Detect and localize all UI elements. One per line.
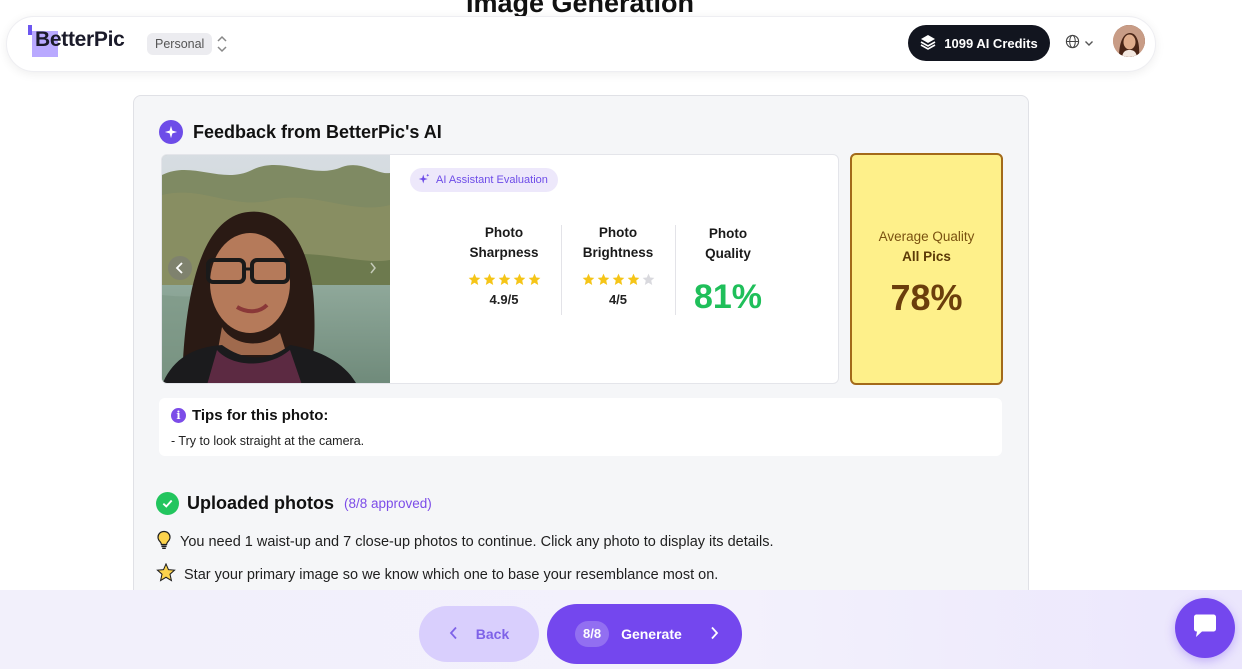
photo-prev-button[interactable] bbox=[168, 256, 192, 280]
back-button[interactable]: Back bbox=[419, 606, 539, 662]
star-empty-icon bbox=[642, 273, 654, 286]
chat-icon bbox=[1190, 612, 1220, 645]
average-quality-label: Average Quality All Pics bbox=[852, 227, 1001, 267]
uploaded-photos-count: (8/8 approved) bbox=[344, 496, 432, 511]
metric-quality: Photo Quality 81% bbox=[676, 224, 780, 317]
average-quality-value: 78% bbox=[890, 277, 963, 318]
metric-label: Photo bbox=[598, 225, 638, 240]
metric-brightness: Photo Brightness 4/5 bbox=[562, 223, 674, 307]
ai-credits-button[interactable]: 1099 AI Credits bbox=[908, 25, 1050, 61]
layers-icon bbox=[920, 34, 936, 53]
generate-button-label: Generate bbox=[621, 626, 682, 642]
star-icon bbox=[513, 273, 525, 286]
user-avatar[interactable] bbox=[1113, 25, 1145, 57]
brightness-score: 4/5 bbox=[608, 292, 628, 307]
chat-support-button[interactable] bbox=[1175, 598, 1235, 658]
star-icon bbox=[498, 273, 510, 286]
instruction-photo-requirements: You need 1 waist-up and 7 close-up photo… bbox=[156, 530, 774, 554]
ai-evaluation-badge-label: AI Assistant Evaluation bbox=[436, 174, 548, 186]
feedback-title-text: Feedback from BetterPic's AI bbox=[193, 121, 442, 142]
star-icon bbox=[612, 273, 624, 286]
chevron-left-icon bbox=[449, 626, 458, 643]
selected-photo[interactable] bbox=[162, 155, 390, 383]
metric-label: Quality bbox=[705, 246, 751, 261]
generate-button[interactable]: 8/8 Generate bbox=[547, 604, 742, 664]
sharpness-score: 4.9/5 bbox=[489, 292, 519, 307]
star-icon bbox=[468, 273, 480, 286]
globe-icon bbox=[1065, 34, 1080, 54]
instruction-text: You need 1 waist-up and 7 close-up photo… bbox=[180, 534, 774, 550]
sparkle-icon bbox=[159, 120, 183, 144]
uploaded-photos-title: Uploaded photos bbox=[187, 493, 334, 513]
plan-badge[interactable]: Personal bbox=[147, 33, 213, 55]
metric-sharpness: Photo Sharpness 4.9/5 bbox=[448, 223, 560, 307]
chevron-right-icon bbox=[710, 626, 719, 643]
sparkle-icon bbox=[418, 173, 430, 188]
feedback-title: Feedback from BetterPic's AI bbox=[159, 120, 442, 144]
sharpness-stars bbox=[448, 273, 560, 286]
instruction-text: Star your primary image so we know which… bbox=[184, 566, 719, 583]
tips-text: - Try to look straight at the camera. bbox=[171, 434, 365, 448]
star-icon bbox=[156, 562, 176, 586]
star-icon bbox=[483, 273, 495, 286]
metric-label: Brightness bbox=[582, 245, 654, 260]
brightness-stars bbox=[562, 273, 674, 286]
average-quality-box: Average Quality All Pics 78% bbox=[850, 153, 1003, 385]
check-icon bbox=[156, 492, 179, 515]
back-button-label: Back bbox=[475, 626, 510, 642]
logo-text: BetterPic bbox=[35, 28, 125, 51]
uploaded-photos-header: Uploaded photos (8/8 approved) bbox=[156, 492, 432, 515]
star-icon bbox=[528, 273, 540, 286]
metric-label: Photo bbox=[708, 226, 748, 241]
top-navbar: BetterPic Personal 1099 AI Credits bbox=[6, 16, 1156, 72]
metric-label: Photo bbox=[484, 225, 524, 240]
language-selector[interactable] bbox=[1065, 34, 1094, 54]
quality-percentage: 81% bbox=[693, 278, 763, 316]
evaluation-panel: AI Assistant Evaluation Photo Sharpness … bbox=[161, 154, 839, 384]
bottom-action-bar: Back 8/8 Generate bbox=[0, 590, 1242, 669]
photo-next-button[interactable] bbox=[364, 259, 382, 277]
metric-label: Sharpness bbox=[469, 245, 539, 260]
feedback-card: Feedback from BetterPic's AI AI Assistan… bbox=[133, 95, 1029, 635]
average-quality-label-line2: All Pics bbox=[902, 249, 951, 264]
betterpic-logo[interactable]: BetterPic bbox=[28, 25, 125, 57]
average-quality-label-line1: Average Quality bbox=[878, 229, 975, 244]
star-icon bbox=[597, 273, 609, 286]
instruction-primary-star: Star your primary image so we know which… bbox=[156, 562, 719, 586]
generate-count-badge: 8/8 bbox=[575, 621, 610, 647]
tips-title: i Tips for this photo: bbox=[171, 407, 328, 424]
plan-switch-icon[interactable] bbox=[215, 33, 229, 55]
star-icon bbox=[627, 273, 639, 286]
tips-title-text: Tips for this photo: bbox=[192, 407, 329, 424]
tips-box: i Tips for this photo: - Try to look str… bbox=[159, 398, 1002, 456]
chevron-down-icon bbox=[1084, 35, 1094, 53]
lightbulb-icon bbox=[156, 530, 172, 554]
info-icon: i bbox=[171, 408, 186, 423]
ai-credits-label: 1099 AI Credits bbox=[944, 35, 1038, 51]
star-icon bbox=[582, 273, 594, 286]
ai-evaluation-badge: AI Assistant Evaluation bbox=[410, 168, 558, 192]
